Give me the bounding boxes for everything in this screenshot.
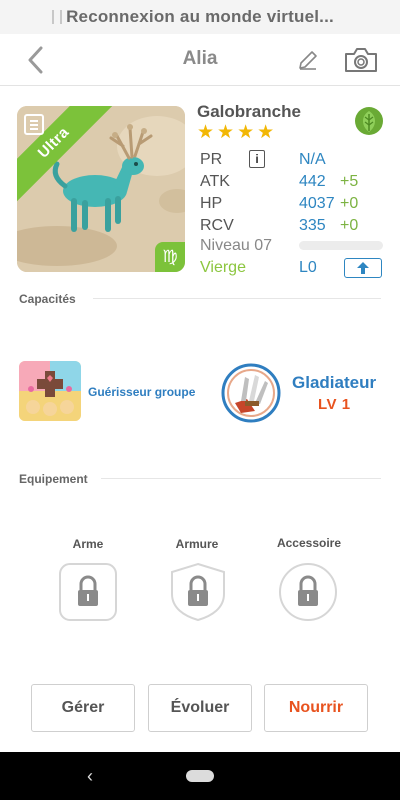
star-icon: ★ xyxy=(257,122,275,143)
stat-bonus-rcv: +0 xyxy=(340,217,359,234)
upgrade-button[interactable] xyxy=(344,258,382,278)
level-progress-bar xyxy=(299,241,383,250)
header: Alia xyxy=(0,34,400,86)
stat-bonus-atk: +5 xyxy=(340,173,359,190)
skill-name[interactable]: Guérisseur groupe xyxy=(88,385,195,399)
manage-button[interactable]: Gérer xyxy=(31,684,135,732)
camera-icon xyxy=(345,48,377,72)
stat-value-rcv: 335 xyxy=(299,217,326,234)
star-icon: ★ xyxy=(217,122,235,143)
skill-icon[interactable] xyxy=(19,361,81,421)
class-name: Gladiateur xyxy=(292,373,377,392)
edit-button[interactable] xyxy=(296,48,320,72)
camera-button[interactable] xyxy=(344,46,378,74)
abilities-section-title: Capacités xyxy=(19,292,76,306)
lock-icon xyxy=(59,563,117,621)
monster-name: Galobranche xyxy=(197,102,301,121)
star-rating: ★ ★ ★ ★ xyxy=(197,123,274,143)
star-icon: ★ xyxy=(237,122,255,143)
status-text: Reconnexion au monde virtuel... xyxy=(66,7,334,26)
accessory-slot[interactable] xyxy=(278,562,338,622)
equipment-label-armor: Armure xyxy=(175,537,219,551)
nav-back-icon[interactable]: ‹ xyxy=(80,764,100,788)
stat-label-atk: ATK xyxy=(200,173,230,190)
lock-icon xyxy=(171,562,225,622)
info-button[interactable]: i xyxy=(249,150,265,168)
system-nav-bar: ‹ xyxy=(0,752,400,800)
page-title: Alia xyxy=(182,48,218,69)
stat-value-hp: 4037 xyxy=(299,195,335,212)
divider xyxy=(93,298,381,299)
leaf-element-icon xyxy=(355,107,383,135)
stat-bonus-hp: +0 xyxy=(340,195,359,212)
weapon-slot[interactable] xyxy=(58,562,118,622)
stat-value-atk: 442 xyxy=(299,173,326,190)
stat-label-hp: HP xyxy=(200,195,223,212)
armor-slot[interactable] xyxy=(168,562,228,622)
feed-button[interactable]: Nourrir xyxy=(264,684,368,732)
zodiac-icon: ♍ xyxy=(155,242,185,272)
evolve-button[interactable]: Évoluer xyxy=(148,684,252,732)
equipment-section-title: Equipement xyxy=(19,472,88,486)
stat-value-pr: N/A xyxy=(299,151,326,168)
divider xyxy=(101,478,381,479)
class-level: LV 1 xyxy=(318,396,351,413)
zodiac-name: Vierge xyxy=(200,259,246,276)
level-label: Niveau 07 xyxy=(200,237,273,254)
equipment-label-weapon: Arme xyxy=(72,537,104,551)
star-icon: ★ xyxy=(197,122,215,143)
zodiac-rank: L0 xyxy=(299,259,317,276)
grip-icon xyxy=(52,10,62,24)
arrow-up-icon xyxy=(357,262,369,274)
pencil-icon xyxy=(299,51,317,70)
gladiator-icon xyxy=(221,363,281,423)
group-heal-icon xyxy=(19,361,81,421)
status-bar: Reconnexion au monde virtuel... xyxy=(0,0,400,34)
class-icon[interactable] xyxy=(221,363,281,423)
stat-label-rcv: RCV xyxy=(200,217,234,234)
nav-home-button[interactable] xyxy=(186,770,214,782)
stat-label-pr: PR xyxy=(200,151,223,168)
monster-portrait[interactable]: Ultra ♍ xyxy=(17,106,185,272)
equipment-label-accessory: Accessoire xyxy=(276,536,342,550)
lock-icon xyxy=(279,563,337,621)
category-icon xyxy=(24,114,44,135)
